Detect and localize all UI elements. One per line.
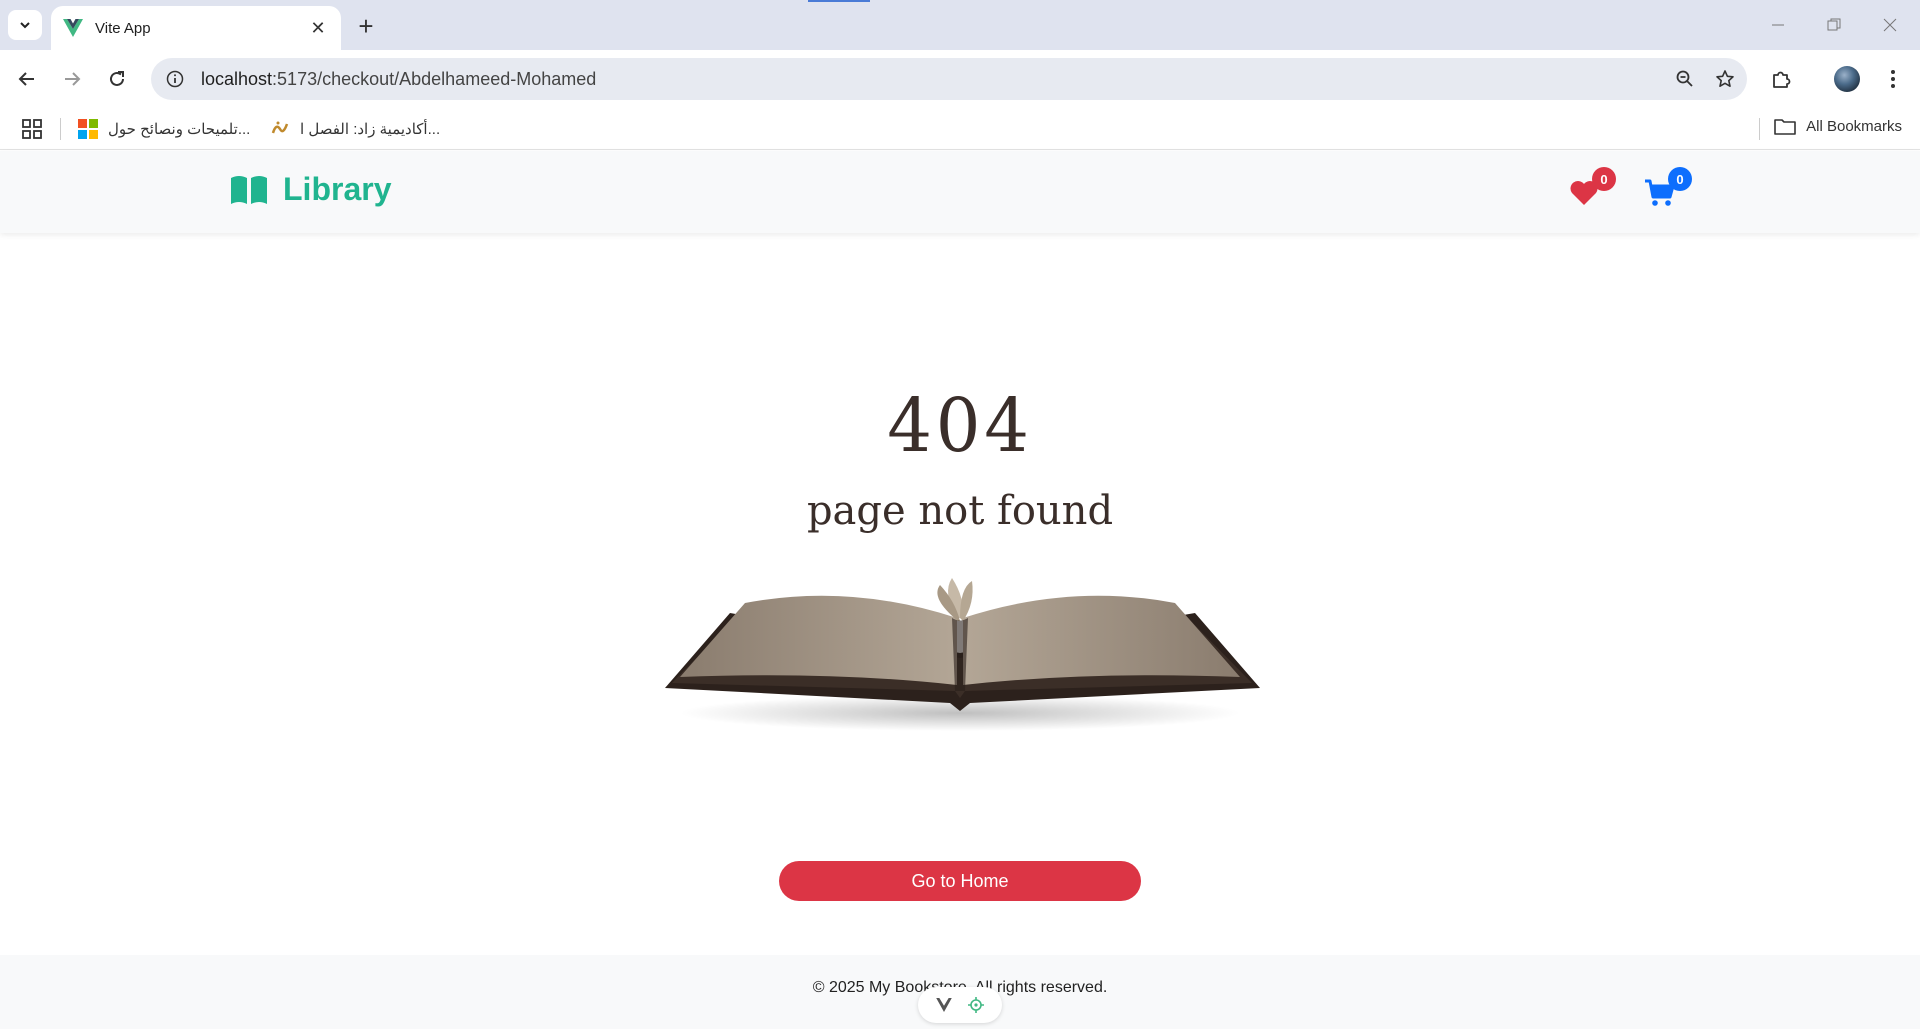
tab-loading-indicator: [808, 0, 870, 2]
close-window-button[interactable]: [1870, 8, 1910, 42]
browser-tab-strip: Vite App ✕ +: [0, 0, 1920, 50]
tab-search-button[interactable]: [8, 10, 42, 40]
bookmark-item-tips[interactable]: تلميحات ونصائح حول...: [78, 117, 250, 141]
zad-icon: [270, 119, 290, 139]
vue-logo-icon: [936, 998, 952, 1012]
site-navbar: Library 0 0: [0, 151, 1920, 233]
arrow-right-icon: [65, 72, 81, 86]
site-footer: © 2025 My Bookstore. All rights reserved…: [0, 955, 1920, 1029]
error-code: 404: [887, 383, 1033, 469]
folder-icon: [1774, 119, 1796, 135]
arrow-left-icon: [18, 72, 34, 86]
microsoft-icon: [78, 119, 98, 139]
vue-devtools-toggle[interactable]: [918, 987, 1002, 1023]
vue-logo-icon: [63, 18, 83, 38]
cart-button[interactable]: 0: [1640, 167, 1692, 213]
url-text[interactable]: localhost:5173/checkout/Abdelhameed-Moha…: [201, 69, 1667, 90]
minimize-button[interactable]: [1758, 8, 1798, 42]
profile-avatar[interactable]: [1830, 62, 1864, 96]
bookmark-star-icon[interactable]: [1707, 61, 1743, 97]
not-found-section: 404 page not found Go to Home: [0, 233, 1920, 953]
site-info-icon[interactable]: [163, 67, 187, 91]
bookmark-label: أكاديمية زاد: الفصل ا...: [300, 121, 441, 138]
apps-grid-icon[interactable]: [20, 117, 44, 141]
bookmark-separator: [1759, 118, 1760, 140]
wishlist-count-badge: 0: [1592, 167, 1616, 191]
restore-button[interactable]: [1814, 8, 1854, 42]
bookmark-item-zad[interactable]: أكاديمية زاد: الفصل ا...: [270, 117, 440, 141]
new-tab-button[interactable]: +: [350, 10, 382, 42]
brand-link[interactable]: Library: [229, 171, 391, 208]
error-message: page not found: [806, 488, 1114, 534]
close-tab-icon[interactable]: ✕: [307, 17, 329, 39]
wishlist-button[interactable]: 0: [1564, 167, 1616, 213]
browser-toolbar: localhost:5173/checkout/Abdelhameed-Moha…: [0, 50, 1920, 108]
reload-icon: [110, 71, 124, 86]
open-book-illustration: [665, 578, 1260, 731]
open-book-icon: [231, 175, 267, 204]
back-button[interactable]: [12, 64, 42, 94]
bookmark-separator: [60, 118, 61, 140]
brand-name: Library: [283, 171, 392, 207]
forward-button[interactable]: [57, 64, 87, 94]
bookmark-label: تلميحات ونصائح حول...: [108, 121, 251, 138]
zoom-icon[interactable]: [1667, 61, 1703, 97]
all-bookmarks-label: All Bookmarks: [1806, 117, 1902, 135]
url-host: localhost: [201, 68, 273, 89]
reload-button[interactable]: [102, 64, 132, 94]
go-home-button[interactable]: Go to Home: [779, 861, 1141, 901]
target-icon: [968, 997, 984, 1013]
avatar-image: [1834, 66, 1860, 92]
address-bar[interactable]: localhost:5173/checkout/Abdelhameed-Moha…: [151, 58, 1747, 100]
browser-menu-icon[interactable]: [1876, 62, 1910, 96]
chevron-down-icon: [20, 22, 30, 29]
active-tab[interactable]: Vite App ✕: [51, 6, 341, 50]
extensions-icon[interactable]: [1764, 62, 1798, 96]
url-path: :5173/checkout/Abdelhameed-Mohamed: [272, 68, 597, 89]
tab-title: Vite App: [95, 19, 151, 37]
cart-count-badge: 0: [1668, 167, 1692, 191]
all-bookmarks-button[interactable]: All Bookmarks: [1774, 117, 1902, 135]
bookmarks-bar: تلميحات ونصائح حول... أكاديمية زاد: الفص…: [0, 108, 1920, 150]
